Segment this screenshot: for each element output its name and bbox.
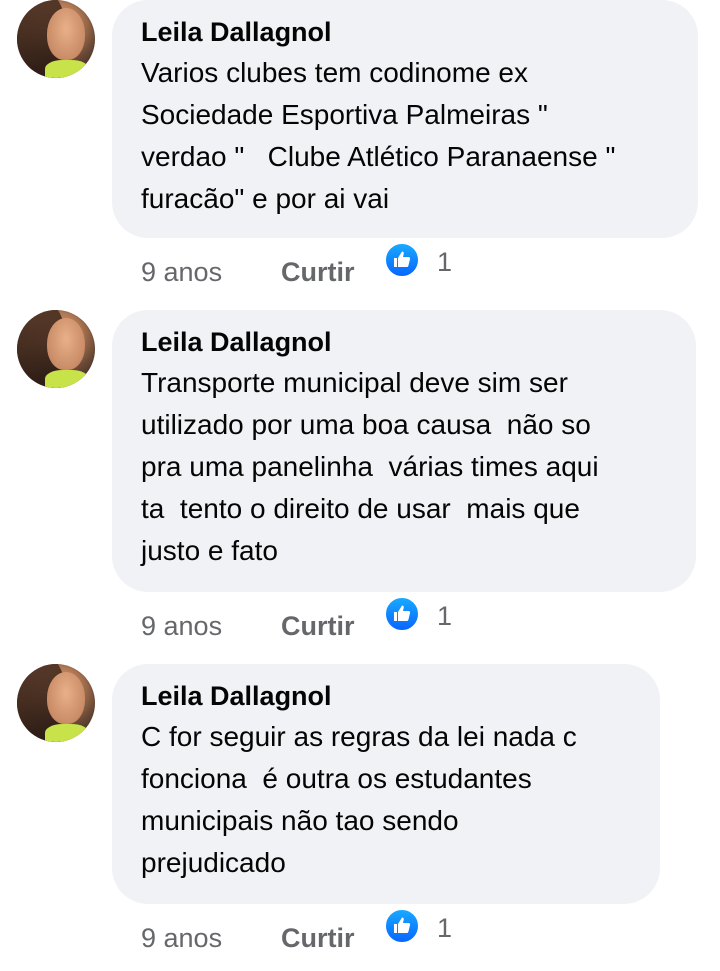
like-icon[interactable] [384,242,420,278]
comment-meta: 9 anos Curtir 1 [141,242,701,292]
comment-timestamp[interactable]: 9 anos [141,918,222,958]
comment-author[interactable]: Leila Dallagnol [141,16,670,48]
comment-bubble: Leila Dallagnol Varios clubes tem codino… [112,0,698,238]
like-icon[interactable] [384,596,420,632]
reaction-count[interactable]: 1 [437,596,452,636]
comment-author[interactable]: Leila Dallagnol [141,680,632,712]
reaction-count[interactable]: 1 [437,908,452,948]
comment-text: Transporte municipal deve sim ser utiliz… [141,367,599,566]
comment-bubble: Leila Dallagnol C for seguir as regras d… [112,664,660,904]
comment-timestamp[interactable]: 9 anos [141,606,222,646]
avatar[interactable] [17,0,95,78]
avatar[interactable] [17,310,95,388]
like-icon[interactable] [384,908,420,944]
comment-timestamp[interactable]: 9 anos [141,252,222,292]
comment-author[interactable]: Leila Dallagnol [141,326,668,358]
like-button[interactable]: Curtir [281,606,355,646]
comment-bubble: Leila Dallagnol Transporte municipal dev… [112,310,696,592]
like-button[interactable]: Curtir [281,252,355,292]
avatar[interactable] [17,664,95,742]
comment-meta: 9 anos Curtir 1 [141,596,701,646]
reaction-count[interactable]: 1 [437,242,452,282]
comment-meta: 9 anos Curtir 1 [141,908,701,958]
comment-text: Varios clubes tem codinome ex Sociedade … [141,57,616,214]
like-button[interactable]: Curtir [281,918,355,958]
comment-text: C for seguir as regras da lei nada c fon… [141,721,577,878]
